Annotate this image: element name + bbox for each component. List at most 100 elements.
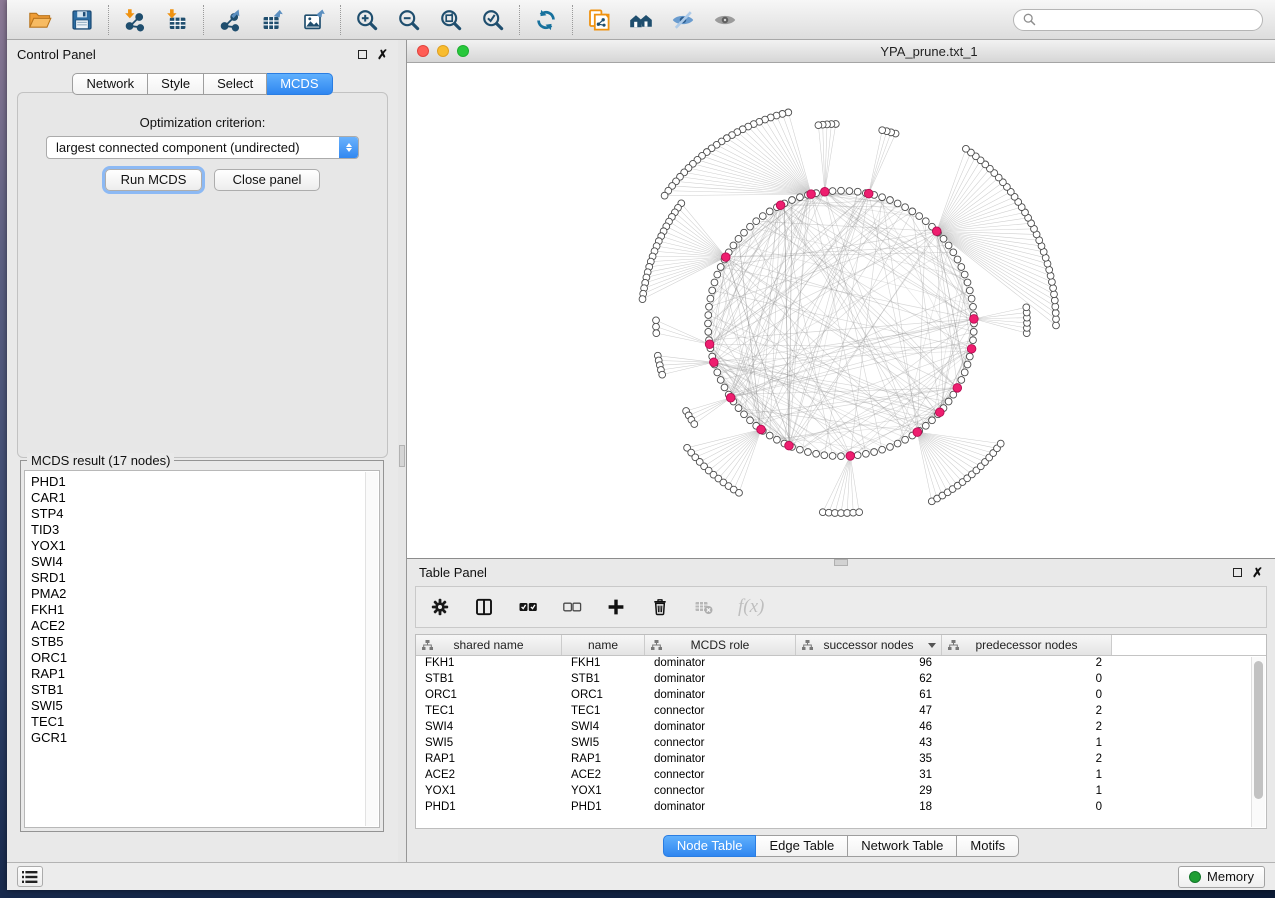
cell-name: TEC1	[562, 705, 645, 721]
mcds-result-item[interactable]: ACE2	[31, 618, 379, 634]
float-panel-icon[interactable]	[358, 50, 367, 59]
tab-motifs[interactable]: Motifs	[957, 835, 1019, 857]
mcds-result-item[interactable]: SWI4	[31, 554, 379, 570]
memory-button[interactable]: Memory	[1178, 866, 1265, 888]
zoom-in-button[interactable]	[346, 3, 388, 37]
vertical-splitter[interactable]	[398, 40, 407, 862]
close-panel-icon[interactable]: ✗	[377, 50, 388, 59]
mcds-result-item[interactable]: TEC1	[31, 714, 379, 730]
attribute-gear-button[interactable]	[430, 597, 450, 617]
mcds-result-item[interactable]: CAR1	[31, 490, 379, 506]
deselect-all-button[interactable]	[562, 597, 582, 617]
tab-network[interactable]: Network	[72, 73, 148, 95]
mcds-result-item[interactable]: STB5	[31, 634, 379, 650]
duplicate-network-button[interactable]	[578, 3, 620, 37]
delete-column-button[interactable]	[650, 597, 670, 617]
zoom-selected-button[interactable]	[472, 3, 514, 37]
column-header-successor-nodes[interactable]: successor nodes	[796, 635, 942, 655]
import-table-button[interactable]	[156, 3, 198, 37]
mcds-result-item[interactable]: TID3	[31, 522, 379, 538]
column-header-predecessor-nodes[interactable]: predecessor nodes	[942, 635, 1112, 655]
add-column-button[interactable]	[606, 597, 626, 617]
window-maximize-icon[interactable]	[457, 45, 469, 57]
mcds-result-list[interactable]: PHD1CAR1STP4TID3YOX1SWI4SRD1PMA2FKH1ACE2…	[24, 470, 380, 828]
column-header-shared-name[interactable]: shared name	[416, 635, 562, 655]
table-row[interactable]: STB1STB1dominator620	[416, 673, 1250, 689]
mcds-result-item[interactable]: PMA2	[31, 586, 379, 602]
window-minimize-icon[interactable]	[437, 45, 449, 57]
split-panel-button[interactable]	[474, 597, 494, 617]
table-row[interactable]: FKH1FKH1dominator962	[416, 657, 1250, 673]
export-table-button[interactable]	[251, 3, 293, 37]
mcds-result-item[interactable]: SWI5	[31, 698, 379, 714]
table-row[interactable]: ACE2ACE2connector311	[416, 769, 1250, 785]
export-network-button[interactable]	[209, 3, 251, 37]
cell-shared-name: FKH1	[416, 657, 562, 673]
table-row[interactable]: SWI5SWI5connector431	[416, 737, 1250, 753]
table-row[interactable]: SWI4SWI4dominator462	[416, 721, 1250, 737]
column-header-name[interactable]: name	[562, 635, 645, 655]
mcds-result-item[interactable]: STP4	[31, 506, 379, 522]
tab-mcds[interactable]: MCDS	[267, 73, 332, 95]
float-table-panel-icon[interactable]	[1233, 568, 1242, 577]
table-row[interactable]: YOX1YOX1connector291	[416, 785, 1250, 801]
tab-node-table[interactable]: Node Table	[663, 835, 757, 857]
search-box[interactable]	[1013, 9, 1263, 31]
refresh-button[interactable]	[525, 3, 567, 37]
mcds-dominator-nodes[interactable]	[705, 187, 978, 460]
network-view-titlebar[interactable]: YPA_prune.txt_1	[407, 40, 1275, 63]
mcds-result-item[interactable]: SRD1	[31, 570, 379, 586]
table-row[interactable]: PHD1PHD1dominator180	[416, 801, 1250, 817]
tab-select[interactable]: Select	[204, 73, 267, 95]
window-close-icon[interactable]	[417, 45, 429, 57]
network-graph[interactable]	[407, 63, 1275, 558]
cell-MCDS-role: dominator	[645, 689, 796, 705]
sort-chevron-icon[interactable]	[928, 643, 936, 648]
cell-successor-nodes: 62	[796, 673, 942, 689]
table-panel-grip[interactable]	[834, 559, 848, 566]
splitter-grip[interactable]	[399, 445, 405, 467]
table-scrollbar[interactable]	[1251, 657, 1265, 827]
zoom-out-button[interactable]	[388, 3, 430, 37]
task-history-button[interactable]	[17, 866, 43, 887]
first-neighbors-button[interactable]	[620, 3, 662, 37]
table-row[interactable]: ORC1ORC1dominator610	[416, 689, 1250, 705]
mcds-result-item[interactable]: GCR1	[31, 730, 379, 746]
mcds-result-item[interactable]: STB1	[31, 682, 379, 698]
network-canvas[interactable]	[407, 63, 1275, 558]
mcds-result-item[interactable]: PHD1	[31, 474, 379, 490]
hide-selected-button[interactable]	[662, 3, 704, 37]
memory-label: Memory	[1207, 869, 1254, 884]
cell-predecessor-nodes: 2	[942, 721, 1112, 737]
open-session-button[interactable]	[19, 3, 61, 37]
mcds-result-item[interactable]: YOX1	[31, 538, 379, 554]
hierarchy-icon	[651, 640, 662, 651]
mcds-scrollbar[interactable]	[365, 472, 378, 826]
import-network-button[interactable]	[114, 3, 156, 37]
tab-network-table[interactable]: Network Table	[848, 835, 957, 857]
table-row[interactable]: RAP1RAP1dominator352	[416, 753, 1250, 769]
run-mcds-button[interactable]: Run MCDS	[105, 169, 202, 191]
table-scrollbar-thumb[interactable]	[1254, 661, 1263, 799]
column-label: predecessor nodes	[975, 638, 1077, 652]
search-icon	[1023, 13, 1036, 26]
column-header-MCDS-role[interactable]: MCDS role	[645, 635, 796, 655]
show-all-button[interactable]	[704, 3, 746, 37]
table-header: shared namenameMCDS rolesuccessor nodes p…	[416, 635, 1266, 656]
mcds-result-item[interactable]: RAP1	[31, 666, 379, 682]
mcds-result-item[interactable]: ORC1	[31, 650, 379, 666]
search-input[interactable]	[1042, 13, 1253, 27]
tab-edge-table[interactable]: Edge Table	[756, 835, 848, 857]
close-panel-button[interactable]: Close panel	[214, 169, 320, 191]
close-table-panel-icon[interactable]: ✗	[1252, 568, 1263, 577]
tab-style[interactable]: Style	[148, 73, 204, 95]
mcds-result-item[interactable]: FKH1	[31, 602, 379, 618]
node-table[interactable]: shared namenameMCDS rolesuccessor nodes p…	[415, 634, 1267, 829]
save-session-button[interactable]	[61, 3, 103, 37]
export-image-button[interactable]	[293, 3, 335, 37]
zoom-fit-button[interactable]	[430, 3, 472, 37]
select-all-button[interactable]	[518, 597, 538, 617]
hierarchy-icon	[422, 640, 433, 651]
table-row[interactable]: TEC1TEC1connector472	[416, 705, 1250, 721]
optimization-criterion-dropdown[interactable]: largest connected component (undirected)	[46, 136, 359, 159]
